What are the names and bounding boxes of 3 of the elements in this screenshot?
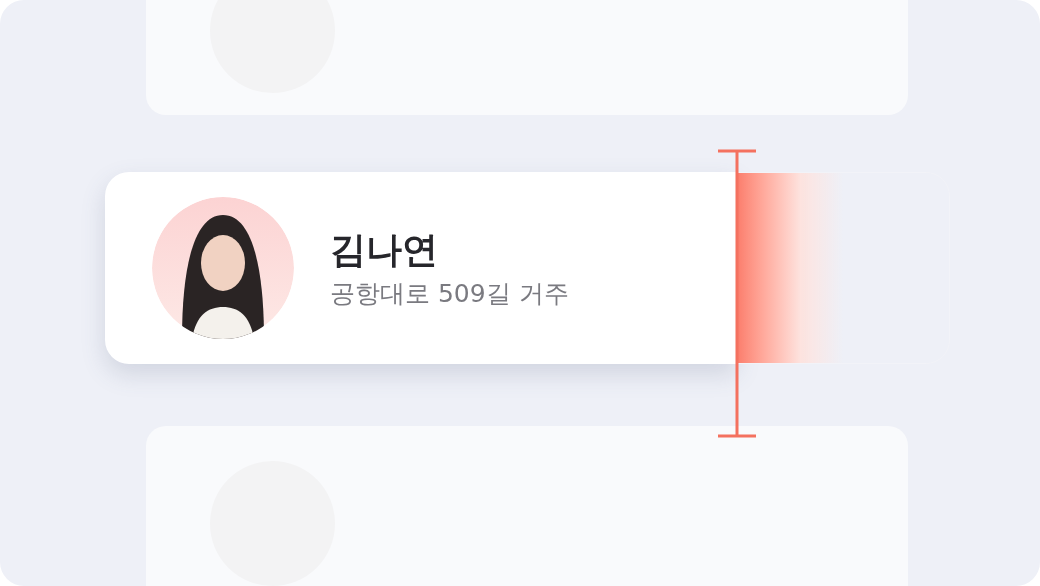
avatar-icon (152, 196, 294, 339)
address-text: 공항대로 509길 거주 (330, 277, 569, 309)
person-name: 김나연 (330, 227, 439, 272)
